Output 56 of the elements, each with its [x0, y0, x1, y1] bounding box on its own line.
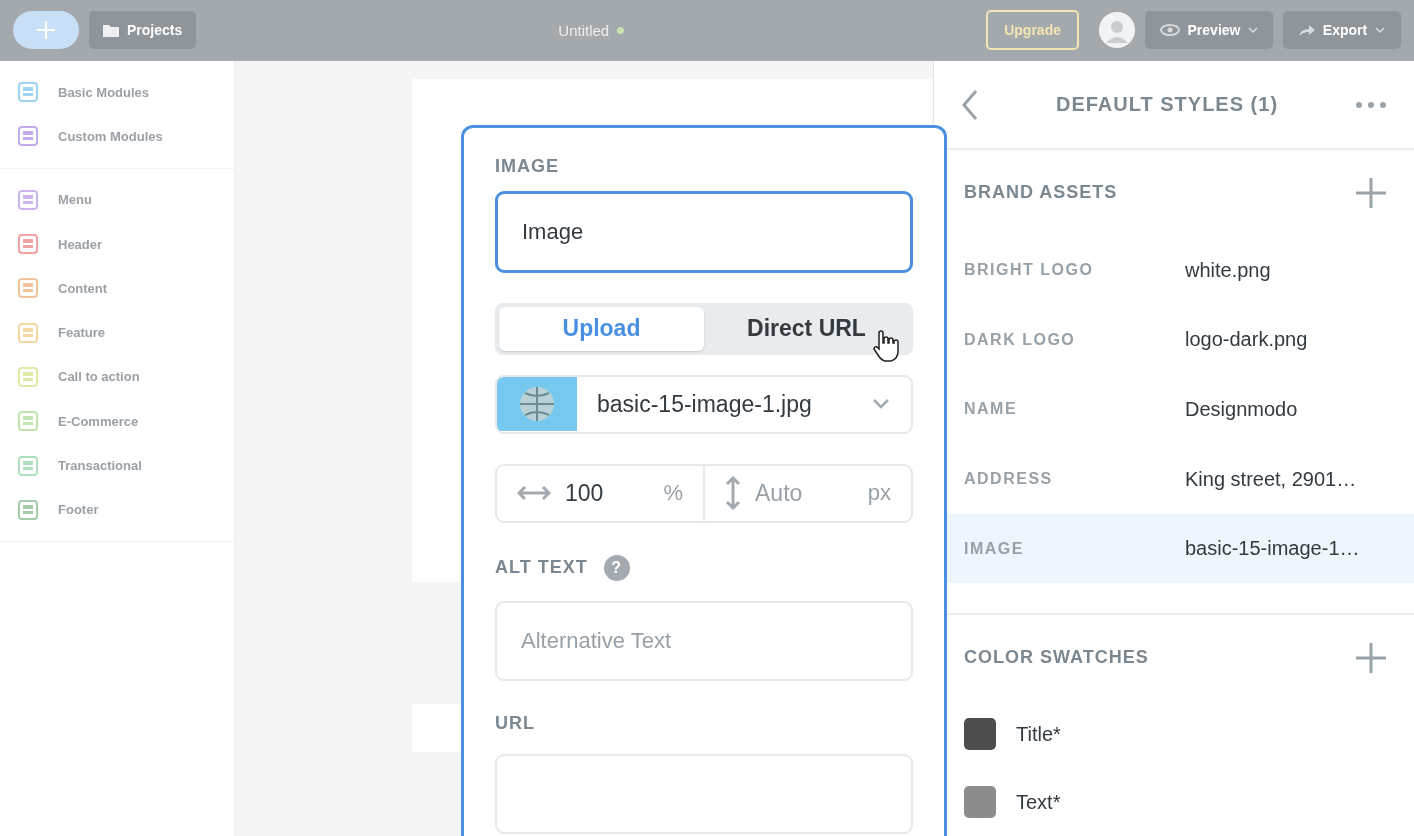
- sidebar-item[interactable]: Transactional: [0, 443, 234, 488]
- sidebar-item[interactable]: Header: [0, 221, 234, 267]
- alt-text-field[interactable]: Alternative Text: [495, 601, 913, 681]
- caret-icon: [1375, 27, 1386, 33]
- document-title: Untitled: [558, 21, 610, 39]
- sidebar-item[interactable]: Feature: [0, 310, 234, 355]
- asset-value: logo-dark.png: [1185, 328, 1308, 352]
- plus-icon: [37, 21, 55, 39]
- more-icon[interactable]: [1356, 101, 1386, 108]
- avatar-icon[interactable]: [1099, 12, 1135, 48]
- section-title: BRAND ASSETS: [964, 182, 1118, 204]
- share-arrow-icon: [1298, 24, 1315, 36]
- asset-key: ADDRESS: [964, 470, 1185, 488]
- sidebar-item[interactable]: Basic Modules: [0, 70, 234, 115]
- preview-button[interactable]: Preview: [1145, 11, 1273, 49]
- sidebar-item[interactable]: Footer: [0, 487, 234, 532]
- hand-cursor-icon: [871, 328, 901, 363]
- asset-key: BRIGHT LOGO: [964, 261, 1185, 280]
- asset-value: white.png: [1185, 258, 1271, 282]
- sidebar-item[interactable]: Call to action: [0, 354, 234, 400]
- help-icon[interactable]: ?: [603, 555, 630, 581]
- field-label: ALT TEXT: [495, 557, 588, 579]
- asset-key: DARK LOGO: [964, 330, 1185, 349]
- asset-key: NAME: [964, 400, 1185, 419]
- plus-icon[interactable]: [1356, 177, 1386, 208]
- swatch-label: Text*: [1016, 790, 1061, 814]
- image-name-field[interactable]: Image: [495, 191, 913, 273]
- projects-button[interactable]: Projects: [89, 11, 197, 49]
- sidebar-item[interactable]: Content: [0, 266, 234, 311]
- file-select[interactable]: basic-15-image-1.jpg: [495, 374, 913, 434]
- color-swatch[interactable]: [964, 786, 996, 819]
- asset-key: IMAGE: [964, 539, 1185, 558]
- sidebar-item[interactable]: Menu: [0, 177, 234, 222]
- export-button[interactable]: Export: [1283, 11, 1401, 49]
- swatch-label: Title*: [1016, 722, 1061, 746]
- asset-value: Designmodo: [1185, 397, 1298, 421]
- sidebar-item[interactable]: Custom Modules: [0, 114, 234, 159]
- eye-icon: [1159, 24, 1180, 36]
- field-label: URL: [495, 713, 535, 734]
- color-swatch[interactable]: [964, 718, 996, 751]
- url-field[interactable]: [495, 754, 913, 834]
- back-icon[interactable]: [962, 88, 978, 121]
- asset-value: basic-15-image-1…: [1185, 537, 1360, 561]
- asset-value: King street, 2901…: [1185, 467, 1357, 491]
- source-tab[interactable]: Upload: [499, 307, 704, 351]
- section-title: COLOR SWATCHES: [964, 647, 1149, 669]
- source-tab[interactable]: Direct URL: [704, 307, 909, 351]
- field-label: IMAGE: [495, 156, 559, 177]
- add-button[interactable]: [13, 11, 79, 49]
- folder-icon: [103, 23, 119, 37]
- chevron-down-icon: [873, 399, 889, 410]
- panel-title: DEFAULT STYLES (1): [1055, 93, 1279, 117]
- plus-icon[interactable]: [1356, 643, 1386, 673]
- sidebar-item[interactable]: E-Commerce: [0, 399, 234, 444]
- caret-icon: [1248, 27, 1259, 33]
- upgrade-button[interactable]: Upgrade: [986, 10, 1079, 50]
